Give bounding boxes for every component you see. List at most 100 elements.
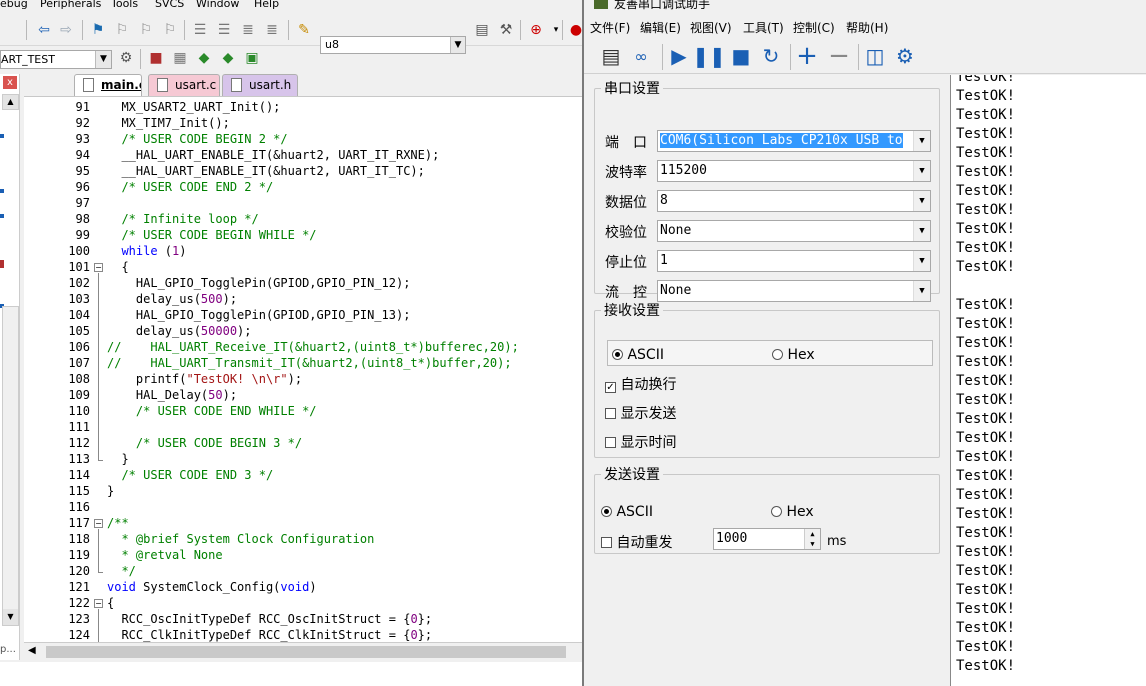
chevron-down-icon[interactable]: ▼	[913, 131, 930, 151]
scroll-up-icon[interactable]: ▲	[2, 94, 19, 110]
bookmark-next-icon[interactable]: ⚐	[136, 20, 156, 40]
send-ascii-radio[interactable]: ASCII	[601, 504, 653, 520]
code-line[interactable]: HAL_GPIO_TogglePin(GPIOD,GPIO_PIN_12);	[107, 276, 411, 290]
chevron-down-icon[interactable]: ▼	[913, 221, 930, 241]
code-line[interactable]: MX_USART2_UART_Init();	[107, 100, 280, 114]
code-editor[interactable]: 91 92 93 94 95 96 97 98 99 100 101 102 103 104 105 106 1…	[24, 96, 582, 642]
manage-components-icon[interactable]: ■	[146, 48, 166, 68]
chevron-down-icon[interactable]: ▼	[913, 251, 930, 271]
tab-usart-h[interactable]: usart.h	[222, 74, 298, 96]
menu-help[interactable]: 帮助(H)	[846, 19, 888, 36]
bookmark-clear-icon[interactable]: ⚐	[160, 20, 180, 40]
loop-icon[interactable]: ∞	[628, 44, 654, 68]
code-line[interactable]: }	[107, 484, 114, 498]
code-line[interactable]: {	[107, 260, 128, 274]
code-line[interactable]: /* USER CODE BEGIN 2 */	[107, 132, 287, 146]
code-line[interactable]: while (1)	[107, 244, 186, 258]
code-line[interactable]: * @brief System Clock Configuration	[107, 532, 374, 546]
menu-peripherals[interactable]: Peripherals	[40, 0, 101, 10]
resend-interval-input[interactable]: 1000 ▲ ▼	[713, 528, 821, 550]
code-line[interactable]: delay_us(500);	[107, 292, 237, 306]
code-line[interactable]: delay_us(50000);	[107, 324, 252, 338]
flowcontrol-select[interactable]: None ▼	[657, 280, 931, 302]
project-tab-label[interactable]: p...	[0, 644, 20, 664]
select-packs-icon[interactable]: ◆	[218, 48, 238, 68]
target-select[interactable]: ART_TEST ▼	[0, 50, 112, 69]
nav-forward-icon[interactable]: ⇨	[56, 20, 76, 40]
tab-main-c[interactable]: main.c	[74, 74, 142, 96]
code-line[interactable]: /* USER CODE END WHILE */	[107, 404, 317, 418]
remove-icon[interactable]: −	[826, 41, 852, 71]
code-line[interactable]: }	[107, 452, 128, 466]
window-icon[interactable]: ◫	[862, 44, 888, 68]
code-line[interactable]: {	[107, 596, 114, 610]
debug-search-icon[interactable]: ⊕	[526, 20, 546, 40]
auto-resend-checkbox[interactable]: 自动重发	[601, 532, 672, 552]
receive-hex-radio[interactable]: Hex	[772, 347, 815, 363]
menu-view[interactable]: 视图(V)	[690, 19, 732, 36]
gear-icon[interactable]: ⚙	[892, 44, 918, 68]
uncomment-icon[interactable]: ≣	[262, 20, 282, 40]
scroll-thumb[interactable]	[46, 646, 566, 658]
code-line[interactable]: __HAL_UART_ENABLE_IT(&huart2, UART_IT_RX…	[107, 148, 439, 162]
unindent-icon[interactable]: ☰	[214, 20, 234, 40]
chevron-down-icon[interactable]: ▼	[913, 161, 930, 181]
show-send-checkbox[interactable]: 显示发送	[605, 403, 676, 423]
parity-select[interactable]: None ▼	[657, 220, 931, 242]
menu-tools[interactable]: 工具(T)	[743, 19, 784, 36]
bookmark-icon[interactable]: ⚑	[88, 20, 108, 40]
spin-down-icon[interactable]: ▼	[804, 539, 820, 549]
fold-toggle-icon[interactable]: −	[94, 519, 103, 528]
pause-icon[interactable]: ❚❚	[692, 44, 726, 68]
tab-usart-c[interactable]: usart.c	[148, 74, 220, 96]
fold-toggle-icon[interactable]: −	[94, 263, 103, 272]
code-line[interactable]: RCC_OscInitTypeDef RCC_OscInitStruct = {…	[107, 612, 432, 626]
code-line[interactable]: // HAL_UART_Receive_IT(&huart2,(uint8_t*…	[107, 340, 519, 354]
play-icon[interactable]: ▶	[666, 44, 692, 68]
show-time-checkbox[interactable]: 显示时间	[605, 432, 676, 452]
code-line[interactable]: // HAL_UART_Transmit_IT(&huart2,(uint8_t…	[107, 356, 512, 370]
spin-up-icon[interactable]: ▲	[804, 529, 820, 539]
code-line[interactable]: /* USER CODE BEGIN WHILE */	[107, 228, 316, 242]
chevron-down-icon[interactable]: ▾	[546, 20, 566, 40]
add-icon[interactable]: +	[794, 41, 820, 71]
stop-icon[interactable]: ■	[728, 44, 754, 68]
baud-select[interactable]: 115200 ▼	[657, 160, 931, 182]
menu-edit[interactable]: 编辑(E)	[640, 19, 681, 36]
open-folder-icon[interactable]: ✎	[294, 20, 314, 40]
code-line[interactable]: /* Infinite loop */	[107, 212, 258, 226]
menu-svcs[interactable]: SVCS	[155, 0, 184, 10]
chevron-down-icon[interactable]: ▼	[913, 191, 930, 211]
chevron-down-icon[interactable]: ▼	[913, 281, 930, 301]
find-files-icon[interactable]: ▤	[472, 20, 492, 40]
stopbits-select[interactable]: 1 ▼	[657, 250, 931, 272]
code-line[interactable]: MX_TIM7_Init();	[107, 116, 229, 130]
comment-icon[interactable]: ≣	[238, 20, 258, 40]
refresh-icon[interactable]: ↻	[758, 44, 784, 68]
auto-wrap-checkbox[interactable]: ✓ 自动换行	[605, 374, 676, 394]
code-line[interactable]: printf("TestOK! \n\r");	[107, 372, 302, 386]
menu-debug[interactable]: ebug	[0, 0, 28, 10]
bookmark-prev-icon[interactable]: ⚐	[112, 20, 132, 40]
fold-toggle-icon[interactable]: −	[94, 599, 103, 608]
code-line[interactable]: */	[107, 564, 135, 578]
chevron-down-icon[interactable]: ▼	[95, 51, 111, 68]
menu-help[interactable]: Help	[254, 0, 279, 10]
editor-hscrollbar[interactable]: ◀	[24, 642, 582, 660]
pack-installer-icon[interactable]: ◆	[194, 48, 214, 68]
close-icon[interactable]: x	[3, 76, 17, 89]
code-line[interactable]: /**	[107, 516, 129, 530]
file-extensions-icon[interactable]: ▦	[170, 48, 190, 68]
code-line[interactable]: HAL_Delay(50);	[107, 388, 237, 402]
menu-window[interactable]: Window	[196, 0, 239, 10]
menu-tools[interactable]: Tools	[111, 0, 138, 10]
code-line[interactable]: __HAL_UART_ENABLE_IT(&huart2, UART_IT_TC…	[107, 164, 424, 178]
nav-back-icon[interactable]: ⇦	[34, 20, 54, 40]
port-select[interactable]: COM6(Silicon Labs CP210x USB to ▼	[657, 130, 931, 152]
code-line[interactable]: /* USER CODE BEGIN 3 */	[107, 436, 302, 450]
code-line[interactable]: RCC_ClkInitTypeDef RCC_ClkInitStruct = {…	[107, 628, 432, 642]
menu-control[interactable]: 控制(C)	[793, 19, 835, 36]
databits-select[interactable]: 8 ▼	[657, 190, 931, 212]
code-line[interactable]: /* USER CODE END 3 */	[107, 468, 273, 482]
send-hex-radio[interactable]: Hex	[771, 504, 814, 520]
